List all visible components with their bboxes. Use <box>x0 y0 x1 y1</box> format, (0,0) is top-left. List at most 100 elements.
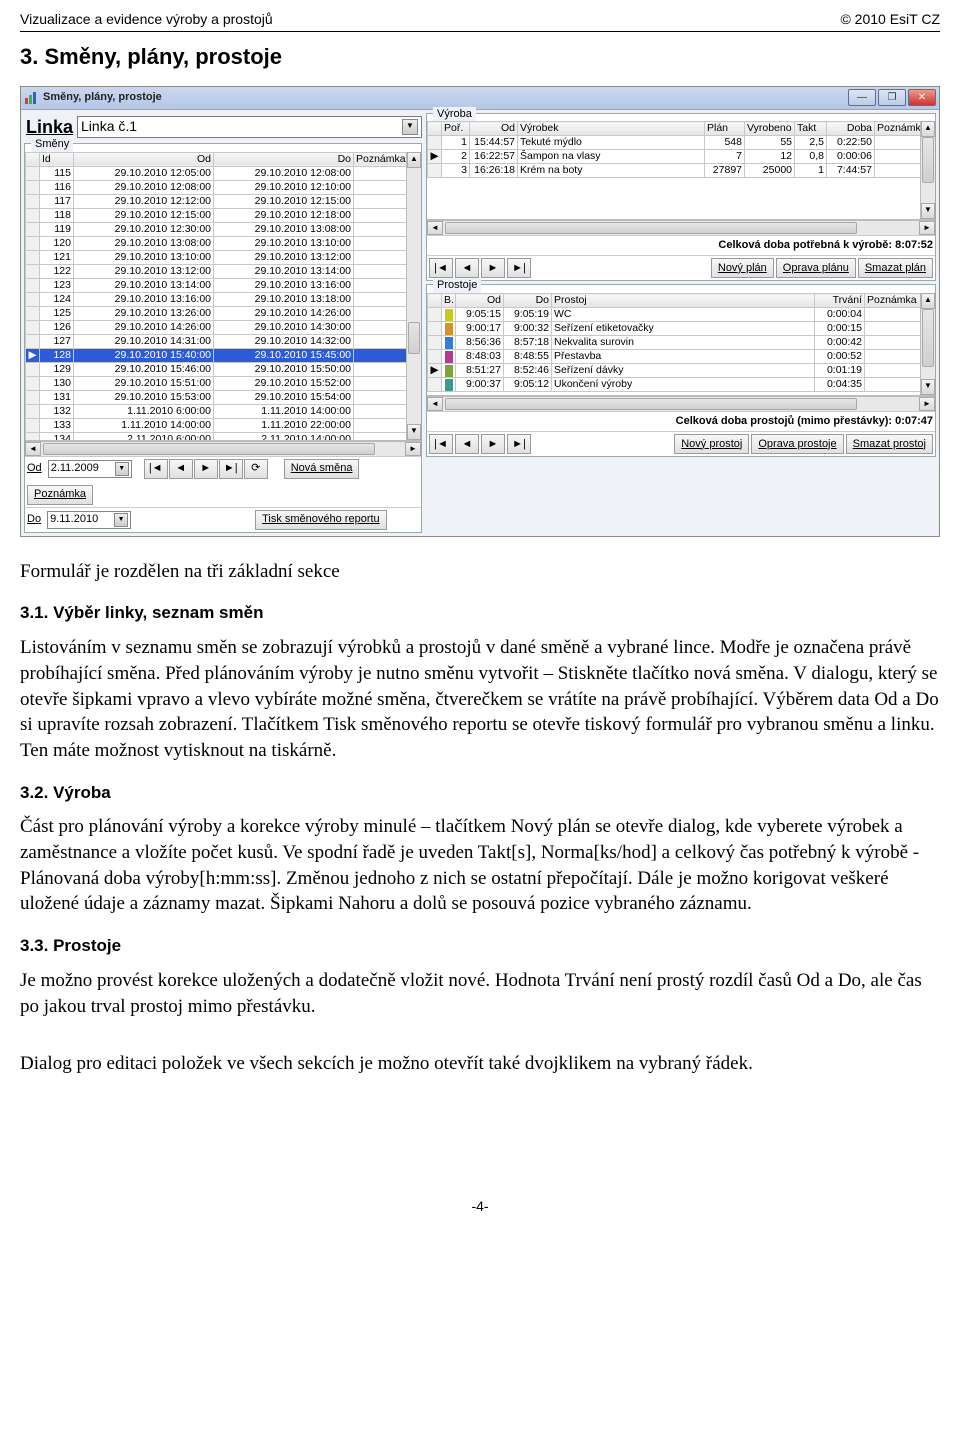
nav-first-button[interactable]: |◄ <box>429 434 453 454</box>
table-row[interactable]: ▶12829.10.2010 15:40:0029.10.2010 15:45:… <box>26 348 421 362</box>
table-header-row: B. Od Do Prostoj Trvání Poznámka <box>428 294 935 308</box>
intro-paragraph: Formulář je rozdělen na tři základní sek… <box>20 559 940 585</box>
nav-last-button[interactable]: ►| <box>507 434 531 454</box>
nav-next-button[interactable]: ► <box>481 258 505 278</box>
window-titlebar: Směny, plány, prostoje — ❐ ✕ <box>21 87 939 110</box>
prostoje-group: Prostoje B. Od Do Prostoj <box>426 284 936 457</box>
subsection-32-heading: 3.2. Výroba <box>20 782 940 805</box>
vyroba-table[interactable]: Poř. Od Výrobek Plán Vyrobeno Takt Doba … <box>427 121 935 178</box>
nav-next-button[interactable]: ► <box>481 434 505 454</box>
vertical-scrollbar[interactable]: ▲▼ <box>920 293 935 395</box>
horizontal-scrollbar[interactable]: ◄► <box>427 396 935 411</box>
table-row[interactable]: 11729.10.2010 12:12:0029.10.2010 12:15:0… <box>26 194 421 208</box>
table-row[interactable]: 12629.10.2010 14:26:0029.10.2010 14:30:0… <box>26 320 421 334</box>
chevron-down-icon: ▼ <box>402 119 418 135</box>
table-header-row: Poř. Od Výrobek Plán Vyrobeno Takt Doba … <box>428 122 935 136</box>
subsection-31-heading: 3.1. Výběr linky, seznam směn <box>20 602 940 625</box>
minimize-button[interactable]: — <box>848 89 876 106</box>
od-label: Od <box>27 461 42 476</box>
closing-paragraph: Dialog pro editaci položek ve všech sekc… <box>20 1051 940 1077</box>
horizontal-scrollbar[interactable]: ◄► <box>427 220 935 235</box>
doc-header-left: Vizualizace a evidence výroby a prostojů <box>20 10 273 29</box>
novy-prostoj-button[interactable]: Nový prostoj <box>674 434 749 454</box>
subsection-31-body: Listováním v seznamu směn se zobrazují v… <box>20 635 940 763</box>
horizontal-scrollbar[interactable]: ◄► <box>25 441 421 456</box>
nav-next-button[interactable]: ► <box>194 459 218 479</box>
table-row[interactable]: ▶8:51:278:52:46Seřízení dávky0:01:19 <box>428 364 935 378</box>
section-heading: 3. Směny, plány, prostoje <box>20 42 940 72</box>
table-header-row: Id Od Do Poznámka <box>26 152 421 166</box>
date-to-input[interactable]: 9.11.2010▼ <box>47 511 131 529</box>
table-row[interactable]: 12329.10.2010 13:14:0029.10.2010 13:16:0… <box>26 278 421 292</box>
table-row[interactable]: ▶216:22:57Šampon na vlasy7120,80:00:06 <box>428 150 935 164</box>
table-row[interactable]: 12529.10.2010 13:26:0029.10.2010 14:26:0… <box>26 306 421 320</box>
nav-prev-button[interactable]: ◄ <box>169 459 193 479</box>
close-button[interactable]: ✕ <box>908 89 936 106</box>
page-number: -4- <box>20 1197 940 1216</box>
subsection-32-body: Část pro plánování výroby a korekce výro… <box>20 814 940 917</box>
linka-dropdown[interactable]: Linka č.1 ▼ <box>77 116 422 138</box>
table-row[interactable]: 11529.10.2010 12:05:0029.10.2010 12:08:0… <box>26 166 421 180</box>
table-row[interactable]: 11829.10.2010 12:15:0029.10.2010 12:18:0… <box>26 208 421 222</box>
table-row[interactable]: 8:56:368:57:18Nekvalita surovin0:00:42 <box>428 336 935 350</box>
table-row[interactable]: 11929.10.2010 12:30:0029.10.2010 13:08:0… <box>26 222 421 236</box>
smazat-plan-button[interactable]: Smazat plán <box>858 258 933 278</box>
nav-first-button[interactable]: |◄ <box>144 459 168 479</box>
table-row[interactable]: 316:26:18Krém na boty278972500017:44:57 <box>428 164 935 178</box>
chevron-down-icon: ▼ <box>114 513 128 527</box>
chevron-down-icon: ▼ <box>115 462 129 476</box>
table-row[interactable]: 12429.10.2010 13:16:0029.10.2010 13:18:0… <box>26 292 421 306</box>
smeny-group-title: Směny <box>31 137 73 152</box>
linka-selected-value: Linka č.1 <box>81 117 137 136</box>
prostoje-total-label: Celková doba prostojů (mimo přestávky): … <box>676 414 933 429</box>
table-row[interactable]: 9:00:179:00:32Seřízení etiketovačky0:00:… <box>428 322 935 336</box>
nova-smena-button[interactable]: Nová směna <box>284 459 360 479</box>
novy-plan-button[interactable]: Nový plán <box>711 258 774 278</box>
table-row[interactable]: 12729.10.2010 14:31:0029.10.2010 14:32:0… <box>26 334 421 348</box>
vyroba-group-title: Výroba <box>433 107 476 122</box>
table-row[interactable]: 8:48:038:48:55Přestavba0:00:52 <box>428 350 935 364</box>
smazat-prostoj-button[interactable]: Smazat prostoj <box>846 434 933 454</box>
oprava-prostoje-button[interactable]: Oprava prostoje <box>751 434 843 454</box>
linka-label: Linka <box>26 115 73 139</box>
subsection-33-heading: 3.3. Prostoje <box>20 935 940 958</box>
table-row[interactable]: 1321.11.2010 6:00:001.11.2010 14:00:00 <box>26 404 421 418</box>
nav-prev-button[interactable]: ◄ <box>455 258 479 278</box>
prostoje-group-title: Prostoje <box>433 278 481 293</box>
nav-last-button[interactable]: ►| <box>219 459 243 479</box>
nav-refresh-button[interactable]: ⟳ <box>244 459 268 479</box>
doc-header-right: © 2010 EsiT CZ <box>840 10 940 29</box>
table-row[interactable]: 12929.10.2010 15:46:0029.10.2010 15:50:0… <box>26 362 421 376</box>
oprava-planu-button[interactable]: Oprava plánu <box>776 258 856 278</box>
nav-prev-button[interactable]: ◄ <box>455 434 479 454</box>
smeny-table[interactable]: Id Od Do Poznámka 11529.10.2010 12:05:00… <box>25 152 421 441</box>
vyroba-total-label: Celková doba potřebná k výrobě: 8:07:52 <box>718 238 933 253</box>
table-row[interactable]: 115:44:57Tekuté mýdlo548552,50:22:50 <box>428 136 935 150</box>
table-row[interactable]: 1331.11.2010 14:00:001.11.2010 22:00:00 <box>26 418 421 432</box>
window-title: Směny, plány, prostoje <box>43 90 162 105</box>
vertical-scrollbar[interactable]: ▲▼ <box>920 121 935 219</box>
date-from-input[interactable]: 2.11.2009▼ <box>48 460 132 478</box>
smeny-group: Směny Id Od Do Poznámka <box>24 143 422 533</box>
table-row[interactable]: 11629.10.2010 12:08:0029.10.2010 12:10:0… <box>26 180 421 194</box>
nav-last-button[interactable]: ►| <box>507 258 531 278</box>
subsection-33-body: Je možno provést korekce uložených a dod… <box>20 968 940 1019</box>
table-row[interactable]: 1342.11.2010 6:00:002.11.2010 14:00:00 <box>26 432 421 441</box>
table-row[interactable]: 13029.10.2010 15:51:0029.10.2010 15:52:0… <box>26 376 421 390</box>
table-row[interactable]: 9:05:159:05:19WC0:00:04 <box>428 308 935 322</box>
app-icon <box>24 91 38 105</box>
maximize-button[interactable]: ❐ <box>878 89 906 106</box>
do-label: Do <box>27 512 41 527</box>
table-row[interactable]: 13129.10.2010 15:53:0029.10.2010 15:54:0… <box>26 390 421 404</box>
table-row[interactable]: 12129.10.2010 13:10:0029.10.2010 13:12:0… <box>26 250 421 264</box>
poznamka-button[interactable]: Poznámka <box>27 485 93 505</box>
nav-first-button[interactable]: |◄ <box>429 258 453 278</box>
prostoje-table[interactable]: B. Od Do Prostoj Trvání Poznámka 9:05:15… <box>427 293 935 392</box>
tisk-reportu-button[interactable]: Tisk směnového reportu <box>255 510 387 530</box>
table-row[interactable]: 12229.10.2010 13:12:0029.10.2010 13:14:0… <box>26 264 421 278</box>
vertical-scrollbar[interactable]: ▲ ▼ <box>406 152 421 440</box>
vyroba-group: Výroba Poř. Od Výrobek Plán <box>426 113 936 282</box>
table-row[interactable]: 9:00:379:05:12Ukončení výroby0:04:35 <box>428 378 935 392</box>
app-window: Směny, plány, prostoje — ❐ ✕ Linka Linka… <box>20 86 940 537</box>
table-row[interactable]: 12029.10.2010 13:08:0029.10.2010 13:10:0… <box>26 236 421 250</box>
